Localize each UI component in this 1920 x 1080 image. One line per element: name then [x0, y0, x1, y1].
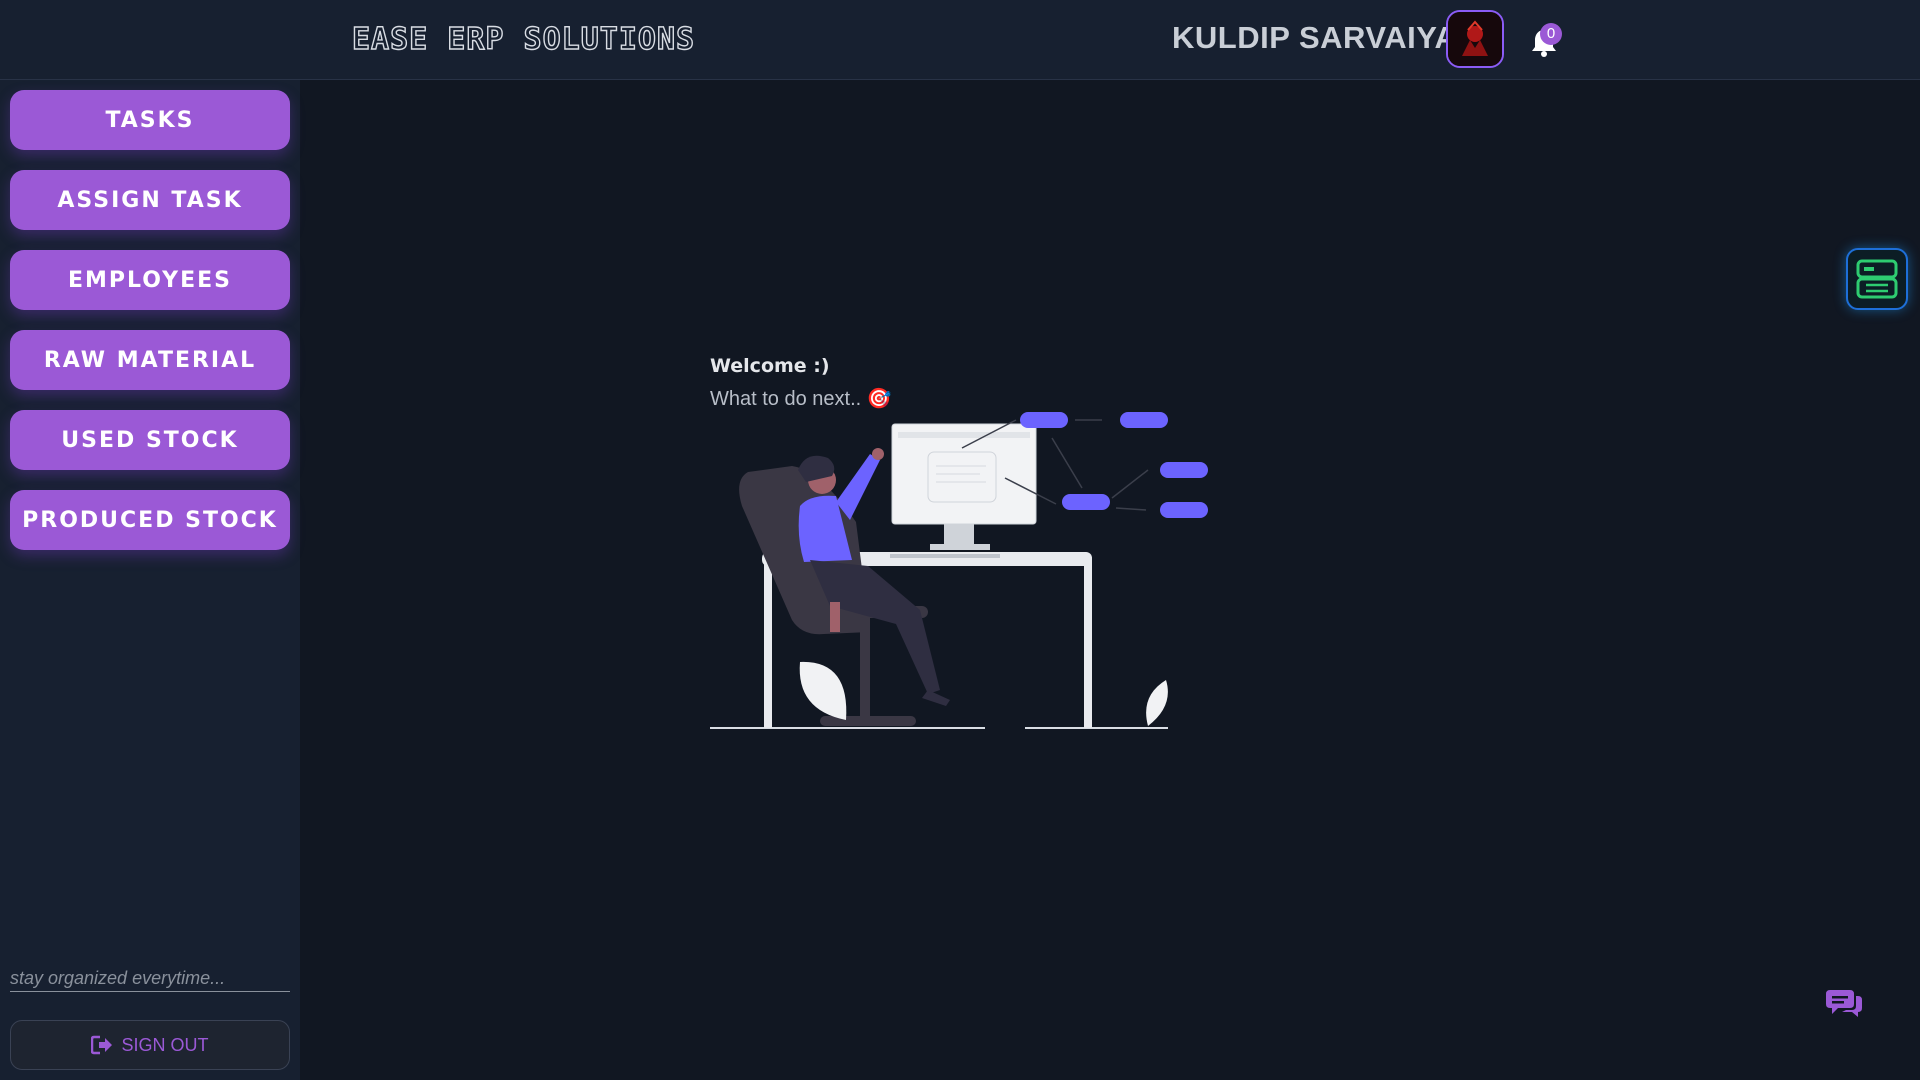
sidebar-item-produced-stock[interactable]: PRODUCED STOCK — [10, 490, 290, 550]
avatar[interactable] — [1446, 10, 1504, 68]
tagline: stay organized everytime... — [10, 968, 290, 992]
avatar-image — [1448, 12, 1502, 66]
sidebar-item-tasks[interactable]: TASKS — [10, 90, 290, 150]
welcome-title: Welcome :) — [710, 355, 830, 377]
top-header: EASE ERP SOLUTIONS KULDIP SARVAIYA 0 — [0, 0, 1920, 80]
sign-out-icon — [91, 1035, 113, 1055]
sidebar-item-assign-task[interactable]: ASSIGN TASK — [10, 170, 290, 230]
server-panel-icon — [1856, 259, 1898, 299]
welcome-illustration — [710, 412, 1208, 729]
sidebar-item-raw-material[interactable]: RAW MATERIAL — [10, 330, 290, 390]
sidebar: TASKS ASSIGN TASK EMPLOYEES RAW MATERIAL… — [0, 80, 300, 1080]
server-panel-button[interactable] — [1846, 248, 1908, 310]
sidebar-item-used-stock[interactable]: USED STOCK — [10, 410, 290, 470]
sign-out-button[interactable]: SIGN OUT — [10, 1020, 290, 1070]
welcome-subtitle: What to do next.. 🎯 — [710, 388, 892, 410]
notification-count-badge: 0 — [1540, 23, 1562, 45]
sign-out-label: SIGN OUT — [121, 1034, 209, 1055]
chat-bubbles-icon[interactable] — [1826, 988, 1862, 1022]
user-name: KULDIP SARVAIYA — [1172, 20, 1458, 55]
sidebar-item-employees[interactable]: EMPLOYEES — [10, 250, 290, 310]
brand-logo[interactable]: EASE ERP SOLUTIONS — [351, 21, 695, 57]
